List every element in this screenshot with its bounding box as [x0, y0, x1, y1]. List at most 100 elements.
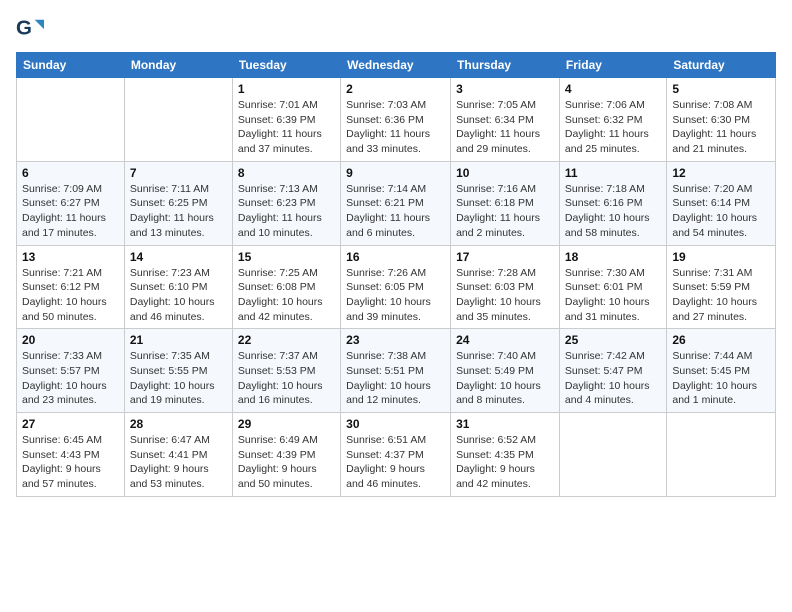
- day-info: Sunrise: 6:45 AM Sunset: 4:43 PM Dayligh…: [22, 433, 119, 492]
- day-info: Sunrise: 7:44 AM Sunset: 5:45 PM Dayligh…: [672, 349, 770, 408]
- day-number: 7: [130, 166, 227, 180]
- logo-icon: G: [16, 16, 44, 44]
- day-number: 13: [22, 250, 119, 264]
- calendar-day-cell: [667, 413, 776, 497]
- calendar-day-cell: 13 Sunrise: 7:21 AM Sunset: 6:12 PM Dayli…: [17, 245, 125, 329]
- day-info: Sunrise: 7:42 AM Sunset: 5:47 PM Dayligh…: [565, 349, 661, 408]
- weekday-header-cell: Tuesday: [232, 53, 340, 78]
- day-number: 26: [672, 333, 770, 347]
- calendar-day-cell: 16 Sunrise: 7:26 AM Sunset: 6:05 PM Dayli…: [341, 245, 451, 329]
- calendar-day-cell: 5 Sunrise: 7:08 AM Sunset: 6:30 PM Daylig…: [667, 78, 776, 162]
- day-info: Sunrise: 7:25 AM Sunset: 6:08 PM Dayligh…: [238, 266, 335, 325]
- day-number: 24: [456, 333, 554, 347]
- calendar-day-cell: 27 Sunrise: 6:45 AM Sunset: 4:43 PM Dayli…: [17, 413, 125, 497]
- day-info: Sunrise: 7:08 AM Sunset: 6:30 PM Dayligh…: [672, 98, 770, 157]
- day-info: Sunrise: 6:51 AM Sunset: 4:37 PM Dayligh…: [346, 433, 445, 492]
- day-info: Sunrise: 7:21 AM Sunset: 6:12 PM Dayligh…: [22, 266, 119, 325]
- calendar-body: 1Sunrise: 7:01 AM Sunset: 6:39 PM Daylig…: [17, 78, 776, 497]
- svg-text:G: G: [16, 17, 32, 40]
- day-info: Sunrise: 7:23 AM Sunset: 6:10 PM Dayligh…: [130, 266, 227, 325]
- calendar-week-row: 20 Sunrise: 7:33 AM Sunset: 5:57 PM Dayli…: [17, 329, 776, 413]
- calendar-day-cell: 6 Sunrise: 7:09 AM Sunset: 6:27 PM Daylig…: [17, 161, 125, 245]
- day-number: 15: [238, 250, 335, 264]
- calendar-day-cell: 12 Sunrise: 7:20 AM Sunset: 6:14 PM Dayli…: [667, 161, 776, 245]
- day-info: Sunrise: 7:26 AM Sunset: 6:05 PM Dayligh…: [346, 266, 445, 325]
- day-info: Sunrise: 7:03 AM Sunset: 6:36 PM Dayligh…: [346, 98, 445, 157]
- day-number: 29: [238, 417, 335, 431]
- calendar-week-row: 27 Sunrise: 6:45 AM Sunset: 4:43 PM Dayli…: [17, 413, 776, 497]
- day-number: 6: [22, 166, 119, 180]
- calendar-day-cell: [17, 78, 125, 162]
- calendar-day-cell: 18Sunrise: 7:30 AM Sunset: 6:01 PM Dayli…: [559, 245, 666, 329]
- calendar-day-cell: 25 Sunrise: 7:42 AM Sunset: 5:47 PM Dayli…: [559, 329, 666, 413]
- day-info: Sunrise: 7:33 AM Sunset: 5:57 PM Dayligh…: [22, 349, 119, 408]
- day-number: 25: [565, 333, 661, 347]
- day-info: Sunrise: 7:31 AM Sunset: 5:59 PM Dayligh…: [672, 266, 770, 325]
- weekday-header-row: SundayMondayTuesdayWednesdayThursdayFrid…: [17, 53, 776, 78]
- day-info: Sunrise: 7:01 AM Sunset: 6:39 PM Dayligh…: [238, 98, 335, 157]
- day-info: Sunrise: 6:52 AM Sunset: 4:35 PM Dayligh…: [456, 433, 554, 492]
- calendar-day-cell: 19 Sunrise: 7:31 AM Sunset: 5:59 PM Dayli…: [667, 245, 776, 329]
- day-info: Sunrise: 7:06 AM Sunset: 6:32 PM Dayligh…: [565, 98, 661, 157]
- day-number: 18: [565, 250, 661, 264]
- day-number: 2: [346, 82, 445, 96]
- calendar-day-cell: 2 Sunrise: 7:03 AM Sunset: 6:36 PM Daylig…: [341, 78, 451, 162]
- weekday-header-cell: Sunday: [17, 53, 125, 78]
- calendar-day-cell: 7 Sunrise: 7:11 AM Sunset: 6:25 PM Daylig…: [124, 161, 232, 245]
- calendar-day-cell: 4 Sunrise: 7:06 AM Sunset: 6:32 PM Daylig…: [559, 78, 666, 162]
- calendar-day-cell: 14Sunrise: 7:23 AM Sunset: 6:10 PM Dayli…: [124, 245, 232, 329]
- day-number: 3: [456, 82, 554, 96]
- weekday-header-cell: Friday: [559, 53, 666, 78]
- day-number: 10: [456, 166, 554, 180]
- calendar-day-cell: 22 Sunrise: 7:37 AM Sunset: 5:53 PM Dayli…: [232, 329, 340, 413]
- day-number: 5: [672, 82, 770, 96]
- day-info: Sunrise: 7:05 AM Sunset: 6:34 PM Dayligh…: [456, 98, 554, 157]
- day-info: Sunrise: 7:20 AM Sunset: 6:14 PM Dayligh…: [672, 182, 770, 241]
- day-number: 4: [565, 82, 661, 96]
- calendar-day-cell: 3 Sunrise: 7:05 AM Sunset: 6:34 PM Daylig…: [451, 78, 560, 162]
- weekday-header-cell: Wednesday: [341, 53, 451, 78]
- calendar-table: SundayMondayTuesdayWednesdayThursdayFrid…: [16, 52, 776, 497]
- day-info: Sunrise: 7:40 AM Sunset: 5:49 PM Dayligh…: [456, 349, 554, 408]
- day-number: 12: [672, 166, 770, 180]
- weekday-header-cell: Saturday: [667, 53, 776, 78]
- calendar-day-cell: 15 Sunrise: 7:25 AM Sunset: 6:08 PM Dayli…: [232, 245, 340, 329]
- day-info: Sunrise: 6:47 AM Sunset: 4:41 PM Dayligh…: [130, 433, 227, 492]
- calendar-day-cell: 21Sunrise: 7:35 AM Sunset: 5:55 PM Dayli…: [124, 329, 232, 413]
- day-number: 9: [346, 166, 445, 180]
- logo: G: [16, 16, 46, 44]
- day-number: 20: [22, 333, 119, 347]
- calendar-day-cell: 31Sunrise: 6:52 AM Sunset: 4:35 PM Dayli…: [451, 413, 560, 497]
- calendar-day-cell: 26 Sunrise: 7:44 AM Sunset: 5:45 PM Dayli…: [667, 329, 776, 413]
- day-info: Sunrise: 7:18 AM Sunset: 6:16 PM Dayligh…: [565, 182, 661, 241]
- day-number: 23: [346, 333, 445, 347]
- day-number: 11: [565, 166, 661, 180]
- calendar-day-cell: 9 Sunrise: 7:14 AM Sunset: 6:21 PM Daylig…: [341, 161, 451, 245]
- weekday-header-cell: Monday: [124, 53, 232, 78]
- calendar-day-cell: 30Sunrise: 6:51 AM Sunset: 4:37 PM Dayli…: [341, 413, 451, 497]
- calendar-day-cell: [124, 78, 232, 162]
- calendar-day-cell: 23Sunrise: 7:38 AM Sunset: 5:51 PM Dayli…: [341, 329, 451, 413]
- day-info: Sunrise: 6:49 AM Sunset: 4:39 PM Dayligh…: [238, 433, 335, 492]
- day-number: 16: [346, 250, 445, 264]
- day-number: 19: [672, 250, 770, 264]
- day-info: Sunrise: 7:09 AM Sunset: 6:27 PM Dayligh…: [22, 182, 119, 241]
- day-info: Sunrise: 7:14 AM Sunset: 6:21 PM Dayligh…: [346, 182, 445, 241]
- day-info: Sunrise: 7:13 AM Sunset: 6:23 PM Dayligh…: [238, 182, 335, 241]
- day-info: Sunrise: 7:37 AM Sunset: 5:53 PM Dayligh…: [238, 349, 335, 408]
- calendar-week-row: 1Sunrise: 7:01 AM Sunset: 6:39 PM Daylig…: [17, 78, 776, 162]
- day-number: 21: [130, 333, 227, 347]
- day-info: Sunrise: 7:11 AM Sunset: 6:25 PM Dayligh…: [130, 182, 227, 241]
- day-number: 27: [22, 417, 119, 431]
- day-number: 28: [130, 417, 227, 431]
- day-number: 17: [456, 250, 554, 264]
- calendar-day-cell: 8Sunrise: 7:13 AM Sunset: 6:23 PM Daylig…: [232, 161, 340, 245]
- calendar-week-row: 13 Sunrise: 7:21 AM Sunset: 6:12 PM Dayli…: [17, 245, 776, 329]
- calendar-day-cell: 11 Sunrise: 7:18 AM Sunset: 6:16 PM Dayli…: [559, 161, 666, 245]
- calendar-week-row: 6 Sunrise: 7:09 AM Sunset: 6:27 PM Daylig…: [17, 161, 776, 245]
- day-number: 22: [238, 333, 335, 347]
- calendar-day-cell: [559, 413, 666, 497]
- weekday-header-cell: Thursday: [451, 53, 560, 78]
- calendar-day-cell: 17Sunrise: 7:28 AM Sunset: 6:03 PM Dayli…: [451, 245, 560, 329]
- calendar-day-cell: 10Sunrise: 7:16 AM Sunset: 6:18 PM Dayli…: [451, 161, 560, 245]
